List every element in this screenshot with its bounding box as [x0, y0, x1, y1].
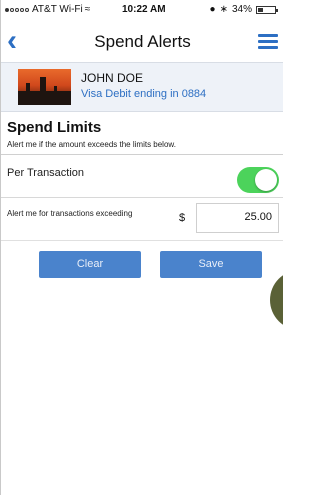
- spend-limits-subtitle: Alert me if the amount exceeds the limit…: [7, 140, 176, 149]
- currency-symbol: $: [179, 212, 186, 224]
- spend-alerts-screen: AT&T Wi-Fi ≈ 10:22 AM ● ∗ 34% ‹ Spend Al…: [0, 0, 283, 495]
- clear-button[interactable]: Clear: [39, 251, 141, 278]
- divider: [1, 154, 283, 155]
- alert-threshold-label: Alert me for transactions exceeding: [7, 209, 133, 218]
- hamburger-menu-icon[interactable]: [258, 34, 278, 49]
- account-description: Visa Debit ending in 0884: [81, 88, 207, 100]
- alarm-icon: ●: [209, 4, 216, 15]
- spend-limits-heading: Spend Limits: [7, 119, 102, 136]
- battery-percent: 34%: [231, 4, 252, 15]
- status-right: ● ∗ 34%: [209, 4, 278, 15]
- bluetooth-icon: ∗: [219, 4, 228, 15]
- battery-icon: [256, 5, 278, 14]
- carrier-name: AT&T Wi-Fi: [32, 4, 83, 15]
- page-title: Spend Alerts: [94, 32, 191, 51]
- card-image: [18, 69, 71, 105]
- amount-input[interactable]: 25.00: [196, 203, 279, 233]
- carrier-indicator: AT&T Wi-Fi ≈: [5, 4, 90, 15]
- floating-action-bubble[interactable]: [270, 270, 283, 330]
- per-transaction-label: Per Transaction: [7, 167, 85, 179]
- toggle-knob: [255, 169, 277, 191]
- account-holder-name: JOHN DOE: [81, 71, 144, 85]
- signal-strength-icon: [5, 4, 30, 15]
- per-transaction-toggle[interactable]: [237, 167, 279, 193]
- save-button[interactable]: Save: [160, 251, 262, 278]
- divider: [1, 240, 283, 241]
- wifi-icon: ≈: [84, 4, 91, 15]
- status-time: 10:22 AM: [122, 4, 166, 15]
- nav-bar: ‹ Spend Alerts: [1, 22, 283, 62]
- account-card: JOHN DOE Visa Debit ending in 0884: [1, 62, 283, 112]
- status-bar: AT&T Wi-Fi ≈ 10:22 AM ● ∗ 34%: [1, 0, 283, 18]
- divider: [1, 197, 283, 198]
